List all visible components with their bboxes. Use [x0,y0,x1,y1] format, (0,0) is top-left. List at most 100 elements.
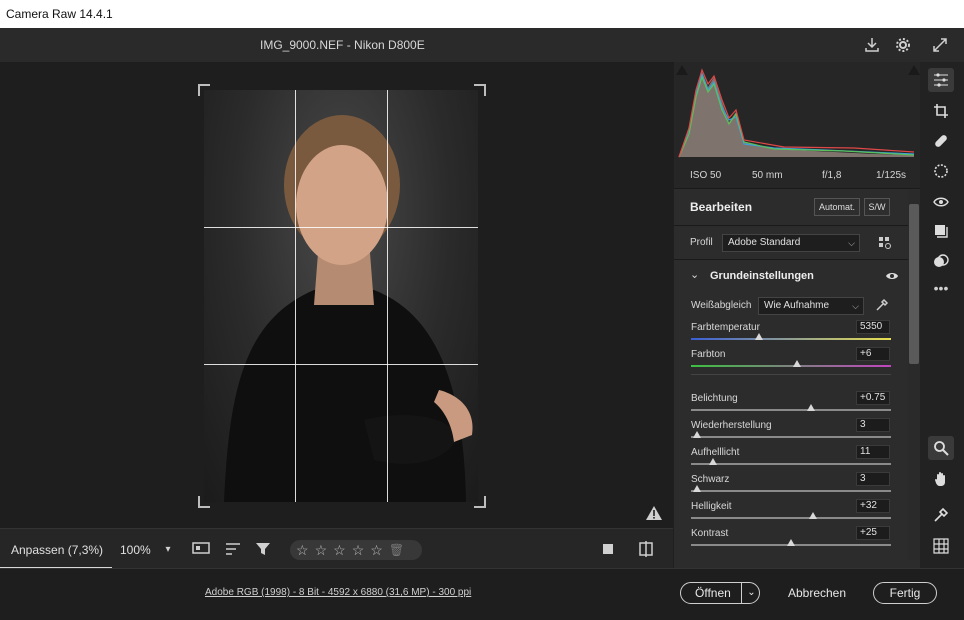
done-button[interactable]: Fertig [873,582,937,604]
more-icon[interactable]: ••• [930,278,952,298]
zoom-fit-button[interactable]: Anpassen (7,3%) [0,529,112,569]
gear-icon[interactable] [893,35,913,55]
slider-track[interactable] [691,517,891,519]
before-after-square-icon[interactable] [600,541,616,557]
chevron-down-icon: ⌵ [848,238,855,248]
snapshots-icon[interactable] [930,220,952,242]
filmstrip-icon[interactable] [191,539,211,559]
exif-focal: 50 mm [752,170,783,181]
slider-thumb[interactable] [787,539,795,546]
slider-value-input[interactable]: 5350 [856,320,890,334]
eyedropper-icon[interactable] [874,297,890,313]
fullscreen-icon[interactable] [930,35,950,55]
slider-thumb[interactable] [755,333,763,340]
grid-icon[interactable] [930,535,952,557]
slider-thumb[interactable] [709,458,717,465]
top-bar: IMG_9000.NEF - Nikon D800E [0,28,964,63]
star-icon[interactable]: ☆ [333,542,346,559]
sort-icon[interactable] [223,539,243,559]
basic-section: ⌄ Grundeinstellungen Weißabgleich Wie Au… [674,259,920,569]
edit-sliders-icon[interactable] [928,68,954,92]
slider-value-input[interactable]: +32 [856,499,890,513]
portrait-photo [204,90,478,502]
done-label: Fertig [889,586,921,600]
wb-dropdown[interactable]: Wie Aufnahme ⌵ [758,297,864,315]
hand-icon[interactable] [930,468,952,490]
slider-value-input[interactable]: +0.75 [856,391,890,405]
slider-thumb[interactable] [693,485,701,492]
view-bar: Anpassen (7,3%) 100% ▾ ☆ ☆ ☆ ☆ ☆ 🗑 [0,528,673,569]
slider-value-input[interactable]: 3 [856,418,890,432]
red-eye-icon[interactable] [930,190,952,212]
slider-label: Aufhelllicht [691,447,740,458]
slider-value-input[interactable]: +25 [856,526,890,540]
slider-track[interactable] [691,338,891,340]
auto-button[interactable]: Automat. [814,198,860,216]
chevron-down-icon[interactable]: ⌄ [690,268,699,281]
filter-icon[interactable] [253,539,273,559]
save-image-icon[interactable] [862,35,882,55]
profile-browser-icon[interactable] [876,234,894,252]
zoom-icon[interactable] [928,436,954,460]
wb-label: Weißabgleich [691,300,752,311]
scrollbar-thumb[interactable] [909,204,919,364]
slider-value-input[interactable]: +6 [856,347,890,361]
warning-icon[interactable] [644,504,664,522]
histogram [674,62,920,162]
color-sampler-icon[interactable] [930,504,952,526]
tool-strip: ••• [920,62,964,568]
portrait-illustration [224,115,473,502]
slider-label: Belichtung [691,393,738,404]
rating-stars[interactable]: ☆ ☆ ☆ ☆ ☆ 🗑 [290,540,422,560]
window-titlebar: Camera Raw 14.4.1 [0,0,964,28]
star-icon[interactable]: ☆ [296,542,309,559]
chevron-down-icon[interactable]: ⌄ [741,583,761,603]
slider-track[interactable] [691,409,891,411]
slider-track[interactable] [691,463,891,465]
exif-info: ISO 50 50 mm f/1,8 1/125s [674,162,920,188]
section-divider [691,374,891,375]
bw-label: S/W [868,202,886,212]
presets-icon[interactable] [930,250,952,272]
slider-value-input[interactable]: 11 [856,445,890,459]
slider-value-input[interactable]: 3 [856,472,890,486]
panel-scrollbar[interactable] [908,190,920,560]
star-icon[interactable]: ☆ [352,542,365,559]
slider-track[interactable] [691,436,891,438]
healing-icon[interactable] [930,130,952,152]
slider-thumb[interactable] [807,404,815,411]
zoom-percent[interactable]: 100% [120,543,151,557]
cancel-button[interactable]: Abbrechen [780,582,854,604]
filename-label: IMG_9000.NEF - Nikon D800E [260,38,425,52]
profile-row: Profil Adobe Standard ⌵ [674,225,920,259]
star-icon[interactable]: ☆ [315,542,328,559]
slider-thumb[interactable] [793,360,801,367]
profile-label: Profil [690,237,713,248]
star-icon[interactable]: ☆ [370,542,383,559]
slider-thumb[interactable] [693,431,701,438]
slider-track[interactable] [691,365,891,367]
chevron-down-icon[interactable]: ▾ [160,541,176,557]
crop-icon[interactable] [930,100,952,122]
workflow-options-link[interactable]: Adobe RGB (1998) - 8 Bit - 4592 x 6880 (… [205,587,471,598]
exif-iso: ISO 50 [690,170,722,181]
eye-icon[interactable] [884,269,900,283]
exif-shutter: 1/125s [876,170,907,181]
open-button[interactable]: Öffnen ⌄ [680,582,760,604]
edit-panel: ISO 50 50 mm f/1,8 1/125s Bearbeiten Aut… [674,62,920,569]
mask-icon[interactable] [930,160,952,182]
slider-thumb[interactable] [809,512,817,519]
footer-bar: Adobe RGB (1998) - 8 Bit - 4592 x 6880 (… [0,568,964,620]
slider-label: Farbton [691,349,726,360]
bw-button[interactable]: S/W [864,198,890,216]
auto-label: Automat. [818,202,856,212]
profile-value: Adobe Standard [728,237,801,248]
exif-aperture: f/1,8 [822,170,842,181]
basic-title[interactable]: Grundeinstellungen [710,270,814,282]
compare-icon[interactable] [636,539,656,559]
trash-icon[interactable]: 🗑 [389,543,404,557]
profile-dropdown[interactable]: Adobe Standard ⌵ [722,234,860,252]
crop-grid-v1 [295,90,296,502]
slider-track[interactable] [691,490,891,492]
edit-header: Bearbeiten Automat. S/W [674,188,920,225]
